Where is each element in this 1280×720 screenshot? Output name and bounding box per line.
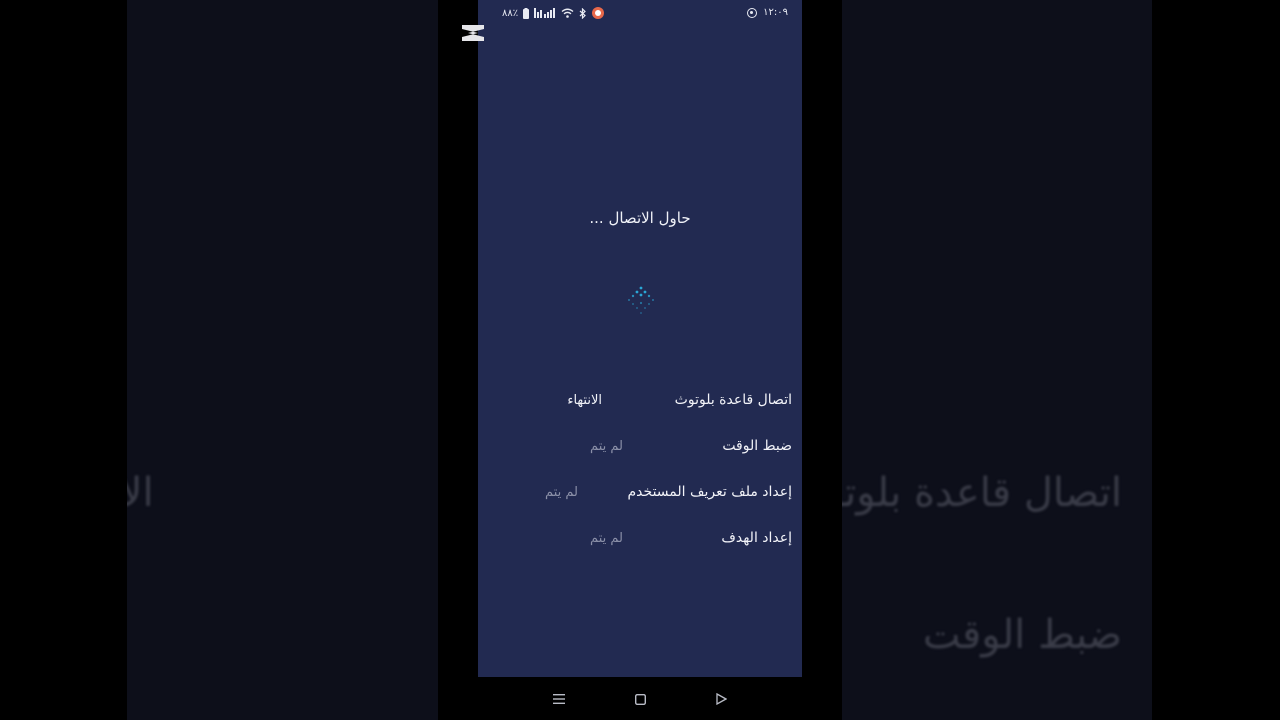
status-right-group: ١٢:٠٩ [747,7,788,18]
menu-button[interactable] [549,689,569,709]
capcut-logo-icon [462,25,484,41]
back-icon [715,693,727,705]
step-row-bluetooth: اتصال قاعدة بلوتوث الانتهاء [478,392,802,416]
screen-record-icon [592,7,605,19]
battery-icon [523,7,530,19]
signal-icon [534,8,556,18]
navigation-bar [438,677,842,720]
step-label: اتصال قاعدة بلوتوث [674,392,792,408]
status-time: ١٢:٠٩ [763,7,788,18]
back-button[interactable] [711,689,731,709]
background-blur-left: الانتهاء [127,0,438,720]
status-bar: ٨٨٪ ١٢:٠٩ [478,0,802,28]
menu-icon [553,694,565,704]
ghost-text-time: ضبط الوقت [922,612,1122,658]
home-button[interactable] [630,689,650,709]
status-left-group: ٨٨٪ [502,7,605,19]
step-label: إعداد الهدف [721,530,792,546]
home-icon [634,693,646,705]
step-row-user-profile: إعداد ملف تعريف المستخدم لم يتم [478,484,802,508]
location-target-icon [747,7,758,18]
battery-percent: ٨٨٪ [502,7,519,19]
wifi-icon [561,8,574,18]
connecting-title: حاول الاتصال ... [589,209,691,227]
step-status: الانتهاء [567,393,602,408]
background-blur-right: اتصال قاعدة بلوتوث ضبط الوقت [842,0,1152,720]
step-label: إعداد ملف تعريف المستخدم [627,484,792,500]
ghost-text-finished: الانتهاء [127,470,154,516]
step-status: لم يتم [590,439,623,454]
step-row-time: ضبط الوقت لم يتم [478,438,802,462]
bluetooth-icon [579,7,586,19]
step-status: لم يتم [545,485,578,500]
step-row-goal: إعداد الهدف لم يتم [478,530,802,554]
app-screen: ٨٨٪ ١٢:٠٩ حاول الاتصال ... اتصال قاعدة ب… [478,0,802,677]
loading-spinner-icon [628,286,654,314]
ghost-text-bluetooth: اتصال قاعدة بلوتوث [842,470,1122,516]
phone-frame: ٨٨٪ ١٢:٠٩ حاول الاتصال ... اتصال قاعدة ب… [438,0,842,720]
step-label: ضبط الوقت [722,438,792,454]
step-status: لم يتم [590,531,623,546]
